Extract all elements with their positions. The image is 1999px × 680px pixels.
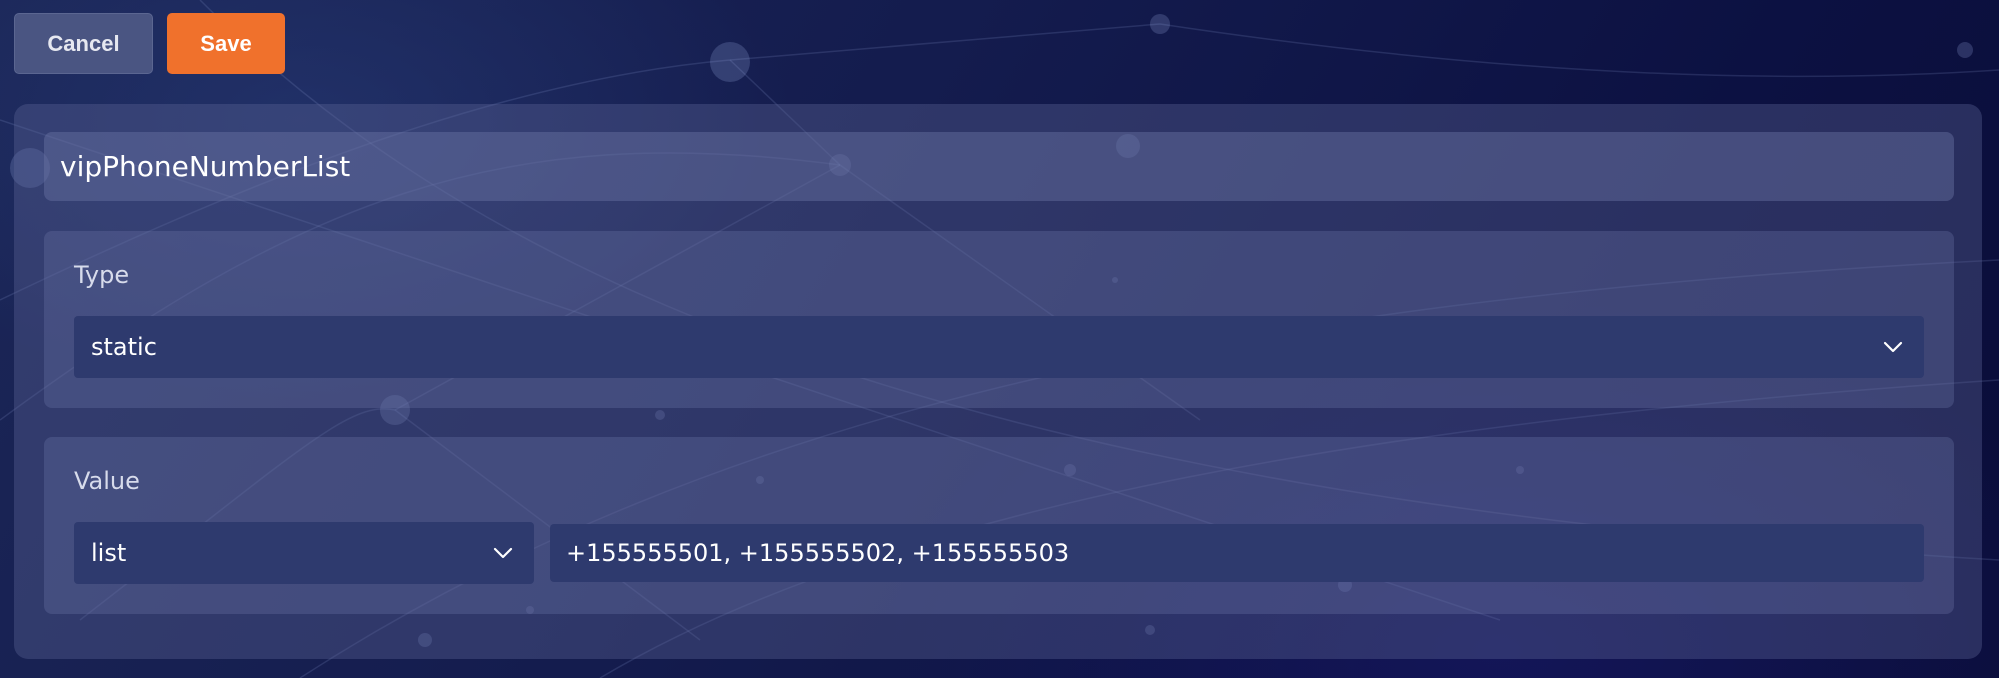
save-button[interactable]: Save — [167, 13, 285, 74]
value-kind-select[interactable]: list — [74, 522, 534, 584]
value-section: Value list — [44, 437, 1954, 614]
value-list-input[interactable] — [550, 524, 1924, 582]
chevron-down-icon — [493, 547, 513, 559]
variable-editor: Cancel Save vipPhoneNumberList Type stat… — [0, 0, 1999, 678]
type-select[interactable]: static — [74, 316, 1924, 378]
cancel-button[interactable]: Cancel — [14, 13, 153, 74]
type-label: Type — [74, 261, 130, 289]
value-kind-select-value: list — [91, 539, 127, 567]
value-label: Value — [74, 467, 140, 495]
type-select-value: static — [91, 333, 157, 361]
chevron-down-icon — [1883, 341, 1903, 353]
variable-name-field[interactable]: vipPhoneNumberList — [44, 132, 1954, 201]
type-section: Type static — [44, 231, 1954, 408]
